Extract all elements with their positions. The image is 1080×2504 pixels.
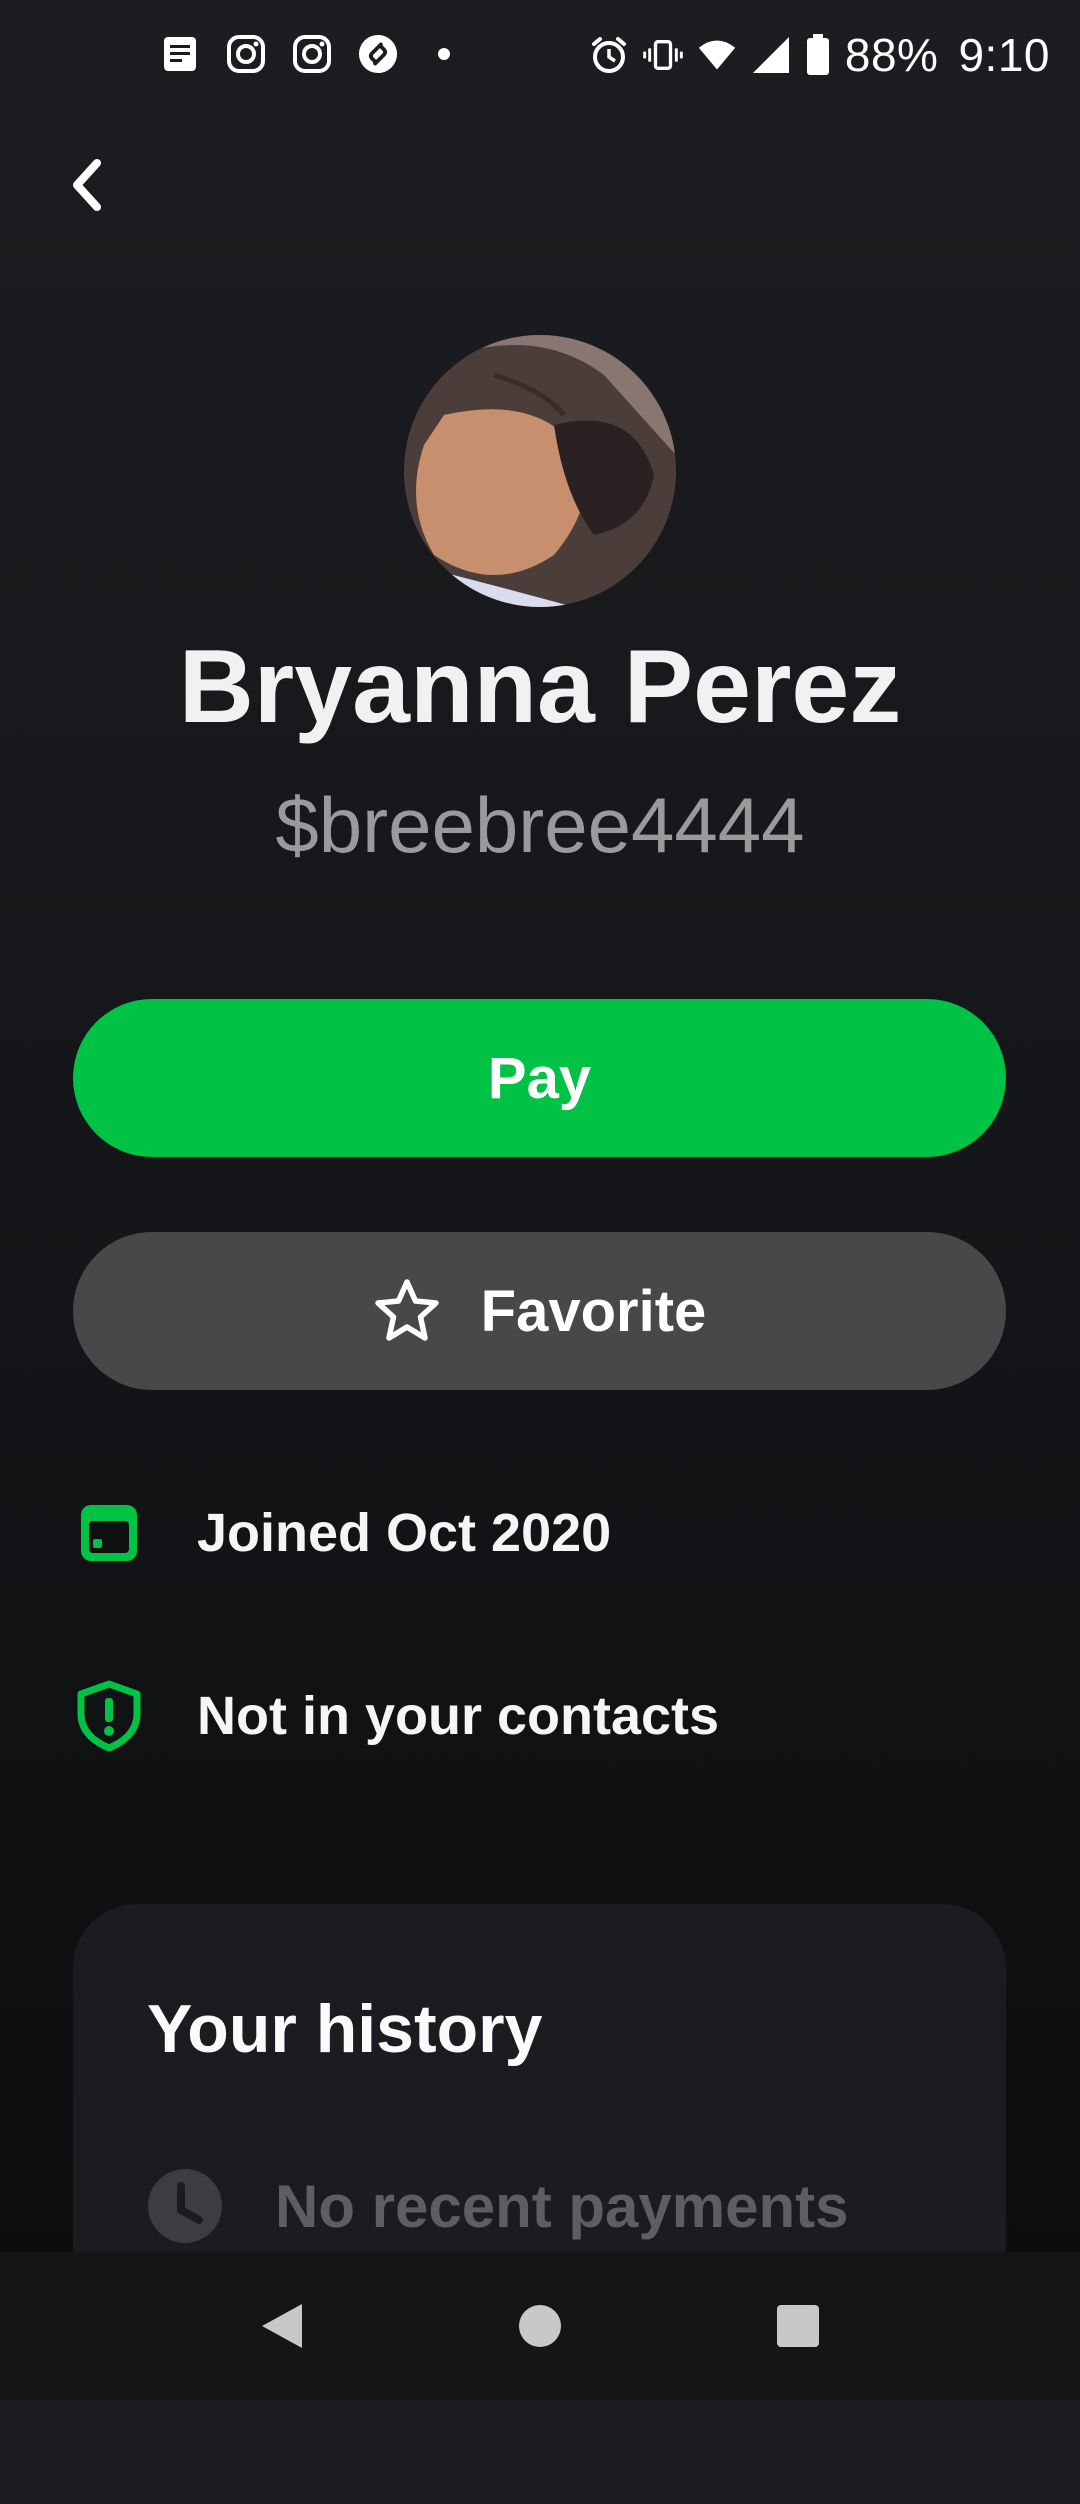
joined-text: Joined Oct 2020: [197, 1503, 612, 1563]
vibrate-icon: [643, 35, 683, 75]
clock-icon: [147, 2168, 223, 2244]
wifi-icon: [697, 35, 737, 75]
battery-icon: [805, 34, 831, 75]
clock: 9:10: [958, 29, 1050, 81]
back-button[interactable]: [56, 150, 116, 220]
battery-percent: 88%: [844, 29, 939, 81]
history-card: Your history No recent payments: [73, 1904, 1006, 2504]
contacts-text: Not in your contacts: [197, 1686, 720, 1746]
joined-row: Joined Oct 2020: [73, 1497, 611, 1569]
dot-icon: [424, 34, 464, 74]
avatar: [404, 335, 676, 607]
nav-recents-button[interactable]: [768, 2296, 828, 2356]
contacts-row: Not in your contacts: [73, 1680, 719, 1752]
system-nav-bar: [0, 2252, 1080, 2400]
favorite-button[interactable]: Favorite: [73, 1232, 1006, 1390]
notes-icon: [160, 34, 200, 74]
star-icon: [373, 1278, 441, 1344]
square-recents-icon: [777, 2305, 819, 2347]
triangle-back-icon: [262, 2304, 302, 2348]
history-empty-state: No recent payments: [147, 2168, 849, 2244]
status-notification-icons: [160, 34, 464, 74]
instagram-icon: [226, 34, 266, 74]
shield-alert-icon: [73, 1680, 145, 1752]
status-bar: 88% 9:10: [0, 0, 1080, 116]
pay-button-label: Pay: [487, 1045, 592, 1111]
profile-name: Bryanna Perez: [178, 629, 902, 745]
circle-home-icon: [519, 2305, 561, 2347]
alarm-icon: [589, 35, 629, 75]
status-system-icons: 88% 9:10: [589, 28, 1050, 82]
signal-icon: [751, 35, 791, 75]
profile-cashtag: $breebree4444: [275, 781, 805, 869]
pay-button[interactable]: Pay: [73, 999, 1006, 1157]
nav-back-button[interactable]: [252, 2296, 312, 2356]
history-title: Your history: [147, 1991, 543, 2067]
nav-home-button[interactable]: [510, 2296, 570, 2356]
shazam-icon: [358, 34, 398, 74]
favorite-button-label: Favorite: [480, 1278, 707, 1344]
history-empty-text: No recent payments: [275, 2172, 849, 2240]
chevron-left-icon: [73, 159, 101, 211]
calendar-icon: [73, 1497, 145, 1569]
instagram-icon: [292, 34, 332, 74]
